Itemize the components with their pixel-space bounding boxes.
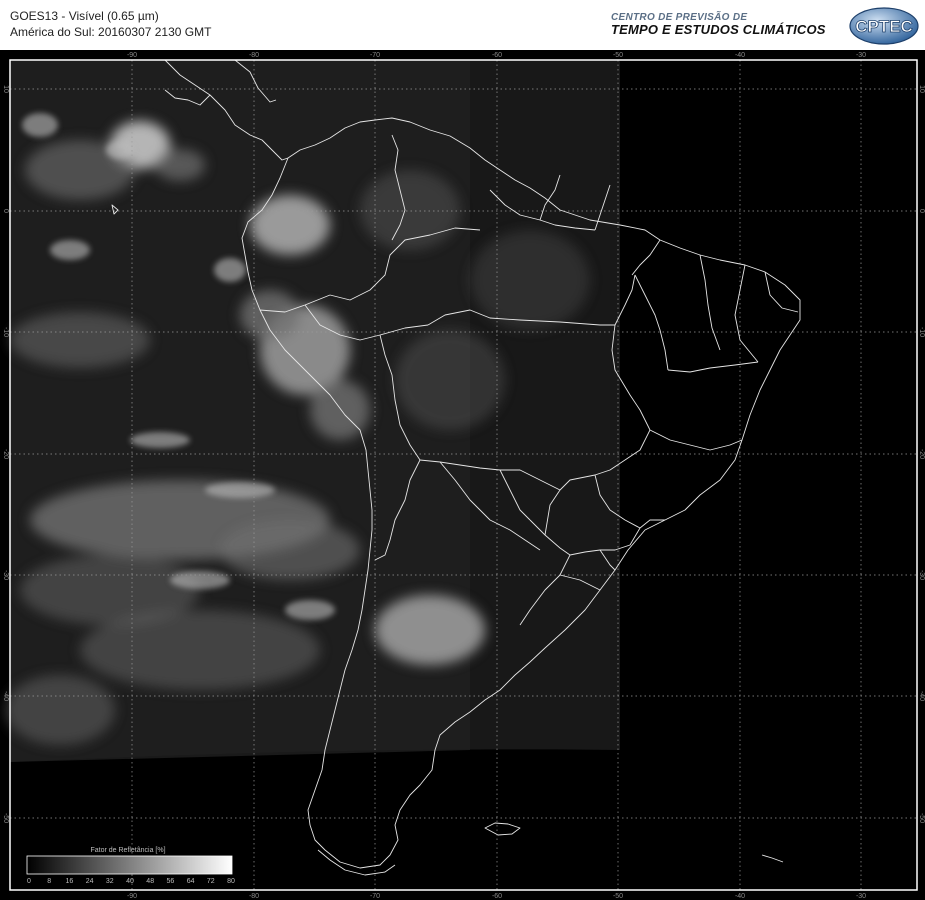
lat-tick-label: 0 bbox=[918, 209, 925, 213]
lat-tick-label: -10 bbox=[918, 327, 925, 337]
legend-tick-label: 0 bbox=[27, 878, 31, 885]
legend-tick-label: 48 bbox=[146, 878, 154, 885]
region-timestamp: América do Sul: 20160307 2130 GMT bbox=[10, 25, 212, 39]
lat-tick-label: -50 bbox=[918, 813, 925, 823]
legend-colorbar bbox=[26, 855, 233, 875]
legend-tick-label: 16 bbox=[66, 878, 74, 885]
legend-tick-label: 80 bbox=[227, 878, 235, 885]
lon-tick-label: -60 bbox=[492, 893, 502, 900]
lat-tick-label: 10 bbox=[2, 85, 9, 93]
lat-tick-label: -10 bbox=[2, 327, 9, 337]
legend-title: Fator de Refletância [%] bbox=[90, 847, 165, 854]
lon-tick-label: -90 bbox=[127, 893, 137, 900]
lon-tick-label: -50 bbox=[613, 52, 623, 59]
legend-tick-label: 72 bbox=[207, 878, 215, 885]
lat-tick-label: 0 bbox=[2, 209, 9, 213]
legend-tick-label: 56 bbox=[167, 878, 175, 885]
lat-tick-label: -20 bbox=[918, 449, 925, 459]
lon-tick-label: -80 bbox=[249, 893, 259, 900]
cptec-logo: CPTEC bbox=[849, 7, 919, 45]
org-name-line2: TEMPO E ESTUDOS CLIMÁTICOS bbox=[611, 22, 826, 37]
lat-tick-label: 10 bbox=[918, 85, 925, 93]
lon-tick-label: -40 bbox=[735, 893, 745, 900]
lat-tick-label: -40 bbox=[2, 691, 9, 701]
legend-tick-label: 40 bbox=[126, 878, 134, 885]
lon-tick-label: -80 bbox=[249, 52, 259, 59]
lon-tick-label: -50 bbox=[613, 893, 623, 900]
lon-tick-label: -70 bbox=[370, 52, 380, 59]
lat-tick-label: -20 bbox=[2, 449, 9, 459]
satellite-map: -90 -80 -70 -60 -50 -40 -30 -90 -80 -70 -60 -50 -40… bbox=[0, 50, 925, 900]
lon-tick-label: -30 bbox=[856, 52, 866, 59]
legend-tick-label: 32 bbox=[106, 878, 114, 885]
legend-tick-label: 24 bbox=[86, 878, 94, 885]
lon-tick-label: -40 bbox=[735, 52, 745, 59]
lon-tick-label: -70 bbox=[370, 893, 380, 900]
lat-tick-label: -50 bbox=[2, 813, 9, 823]
header: GOES13 - Visível (0.65 µm) América do Su… bbox=[0, 0, 925, 50]
cloud-layer bbox=[5, 60, 620, 762]
lat-tick-label: -40 bbox=[918, 691, 925, 701]
lon-tick-label: -60 bbox=[492, 52, 502, 59]
product-title: GOES13 - Visível (0.65 µm) bbox=[10, 9, 159, 23]
legend-tick-label: 8 bbox=[47, 878, 51, 885]
lon-tick-label: -90 bbox=[127, 52, 137, 59]
lon-tick-label: -30 bbox=[856, 893, 866, 900]
lat-tick-label: -30 bbox=[2, 570, 9, 580]
legend-tick-label: 64 bbox=[187, 878, 195, 885]
logo-text: CPTEC bbox=[855, 17, 913, 36]
lat-tick-label: -30 bbox=[918, 570, 925, 580]
